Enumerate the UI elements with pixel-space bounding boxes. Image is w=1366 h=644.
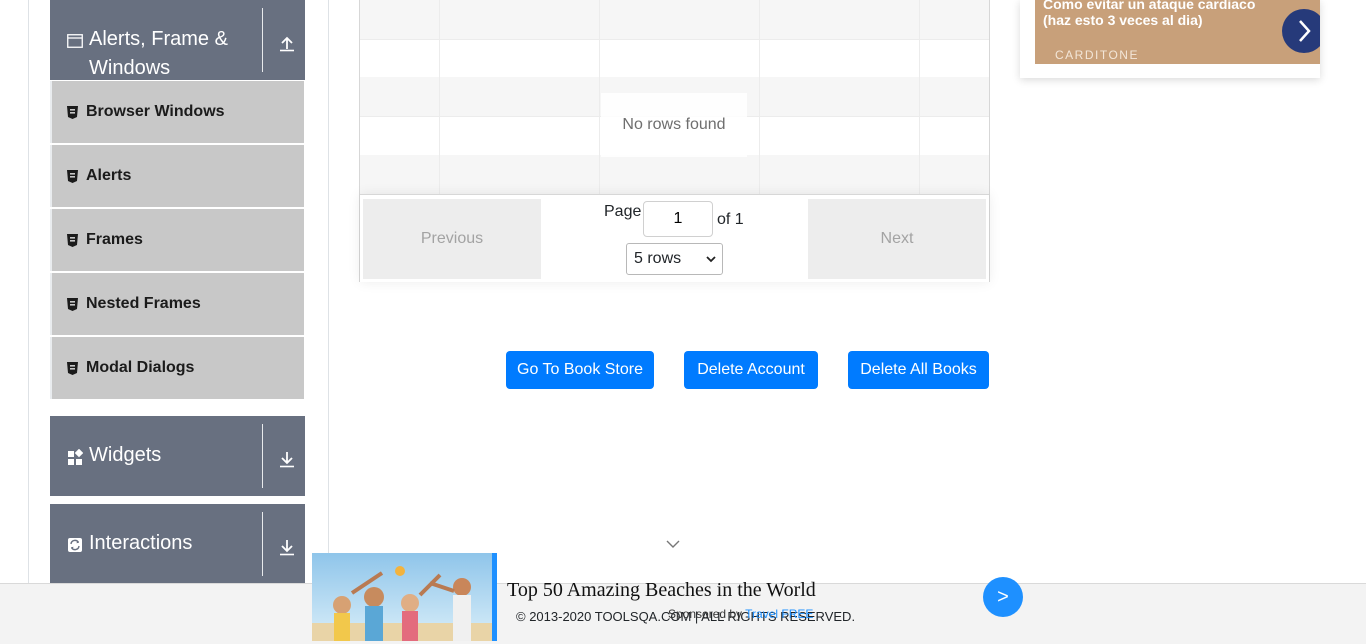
- go-to-book-store-button[interactable]: Go To Book Store: [506, 351, 654, 389]
- arrow-down-icon[interactable]: [278, 538, 296, 556]
- group-header-alerts-frame-windows[interactable]: Alerts, Frame & Windows: [50, 0, 305, 80]
- group-divider: [262, 8, 263, 72]
- sidebar-item-label: Browser Windows: [86, 103, 225, 120]
- widgets-icon: [68, 449, 83, 465]
- delete-all-books-button[interactable]: Delete All Books: [848, 351, 989, 389]
- ad-headline: Como evitar un ataque cardiaco (haz esto…: [1043, 0, 1256, 28]
- page-label: Page: [604, 203, 641, 221]
- html5-icon: [67, 170, 78, 183]
- sidebar-advertisement[interactable]: Como evitar un ataque cardiaco (haz esto…: [1020, 0, 1320, 78]
- sidebar-right-border: [328, 0, 329, 583]
- sidebar-item-browser-windows[interactable]: Browser Windows: [50, 81, 304, 143]
- chevron-down-icon[interactable]: [665, 538, 681, 550]
- sidebar-item-label: Nested Frames: [86, 295, 201, 312]
- ad-banner[interactable]: Como evitar un ataque cardiaco (haz esto…: [1035, 0, 1320, 64]
- group-header-widgets[interactable]: Widgets: [50, 416, 305, 496]
- rows-per-page-value: 5 rows: [634, 250, 682, 267]
- table-column-divider: [439, 0, 440, 194]
- table-row: [360, 0, 989, 40]
- table-row: [360, 155, 989, 195]
- arrow-down-icon[interactable]: [278, 450, 296, 468]
- group-title: Interactions: [89, 532, 193, 554]
- bottom-ad-sponsor: Sponsored by Travel FREE: [668, 607, 813, 621]
- arrow-up-icon[interactable]: [278, 34, 296, 52]
- ad-accent-bar: [492, 553, 497, 641]
- sidebar-item-label: Modal Dialogs: [86, 359, 195, 376]
- rows-per-page-select[interactable]: 5 rows: [626, 243, 723, 275]
- pagination-bar: Previous Page of 1 5 rows Next: [360, 194, 989, 282]
- html5-icon: [67, 298, 78, 311]
- html5-icon: [67, 362, 78, 375]
- ad-brand: CARDITONE: [1055, 48, 1139, 62]
- no-rows-message: No rows found: [601, 93, 747, 157]
- html5-icon: [67, 234, 78, 247]
- sidebar-left-border: [28, 0, 29, 583]
- previous-button[interactable]: Previous: [363, 199, 541, 279]
- beach-photo-icon: [312, 553, 492, 641]
- group-header-interactions[interactable]: Interactions: [50, 504, 305, 584]
- books-table: No rows found Previous Page of 1 5 rows …: [359, 0, 990, 282]
- sidebar-item-label: Alerts: [86, 167, 132, 184]
- group-divider: [262, 424, 263, 488]
- table-column-divider: [759, 0, 760, 194]
- html5-icon: [67, 106, 78, 119]
- group-title: Widgets: [89, 444, 162, 466]
- page-number-input[interactable]: [643, 201, 713, 237]
- bottom-advertisement[interactable]: Top 50 Amazing Beaches in the World Spon…: [312, 553, 1024, 643]
- chevron-right-icon: [1299, 20, 1311, 42]
- bottom-ad-headline[interactable]: Top 50 Amazing Beaches in the World: [507, 579, 816, 602]
- beach-ad-image[interactable]: [312, 553, 492, 641]
- table-column-divider: [599, 0, 600, 194]
- group-divider: [262, 512, 263, 576]
- delete-account-button[interactable]: Delete Account: [684, 351, 818, 389]
- sponsor-prefix: Sponsored by: [668, 607, 746, 621]
- next-button[interactable]: Next: [808, 199, 986, 279]
- table-row: [360, 38, 989, 78]
- group-title: Alerts, Frame & Windows: [89, 28, 228, 79]
- sidebar-item-nested-frames[interactable]: Nested Frames: [50, 273, 304, 335]
- interactions-icon: [68, 538, 82, 552]
- bottom-ad-go-button[interactable]: >: [983, 577, 1023, 617]
- chevron-down-icon: [706, 256, 716, 263]
- sidebar-item-alerts[interactable]: Alerts: [50, 145, 304, 207]
- sponsor-link[interactable]: Travel FREE: [745, 607, 813, 621]
- window-icon: [67, 34, 83, 48]
- page-total-label: of 1: [717, 211, 744, 228]
- sidebar-item-frames[interactable]: Frames: [50, 209, 304, 271]
- page-label-text: Page: [604, 203, 642, 220]
- sidebar-item-label: Frames: [86, 231, 143, 248]
- sidebar-item-modal-dialogs[interactable]: Modal Dialogs: [50, 337, 304, 399]
- table-column-divider: [919, 0, 920, 194]
- ad-go-button[interactable]: [1282, 9, 1320, 53]
